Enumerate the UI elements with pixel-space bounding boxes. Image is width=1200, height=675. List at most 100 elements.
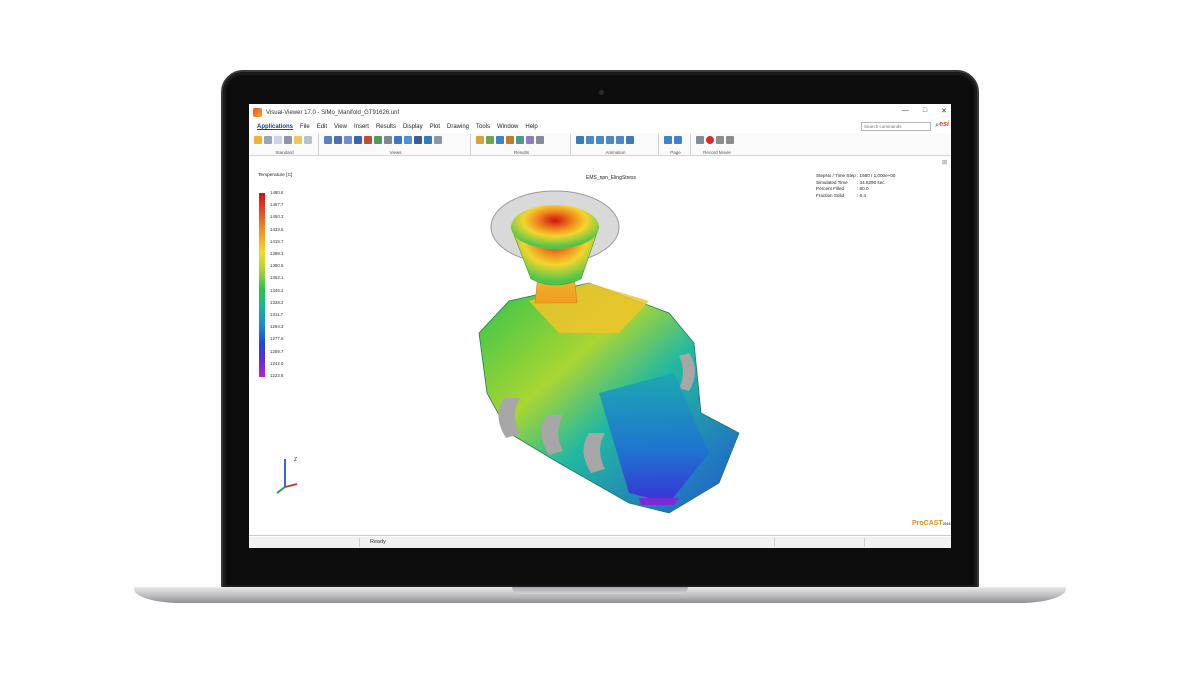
menu-drawing[interactable]: Drawing <box>447 124 469 130</box>
view-back-icon[interactable] <box>334 136 342 144</box>
paste-icon[interactable] <box>294 136 302 144</box>
simulation-info: StepNo / Time Step: 1660 / 1.000e+00 Sim… <box>816 173 895 199</box>
zoom-fit-icon[interactable] <box>404 136 412 144</box>
view-front-icon[interactable] <box>324 136 332 144</box>
open-icon[interactable] <box>254 136 262 144</box>
status-bar: Ready <box>249 537 951 548</box>
axis-triad-icon: Z <box>276 457 298 494</box>
colorbar-tick: 1380.6 <box>270 263 284 269</box>
results-more-icon[interactable] <box>536 136 544 144</box>
colorbar-tick: 1242.0 <box>270 360 284 366</box>
info-row: StepNo / Time Step: 1660 / 1.000e+00 <box>816 173 896 178</box>
more-views-icon[interactable] <box>434 136 442 144</box>
last-frame-icon[interactable] <box>626 136 634 144</box>
probe-icon[interactable] <box>506 136 514 144</box>
next-frame-icon[interactable] <box>616 136 624 144</box>
maximize-button[interactable]: □ <box>923 107 927 115</box>
legend-title: Temperature [C] <box>258 173 293 178</box>
menu-insert[interactable]: Insert <box>354 124 369 130</box>
app-icon <box>253 108 262 117</box>
toolbar-label-standard: Standard <box>275 150 294 155</box>
colorbar-tick: 1480.6 <box>270 190 284 195</box>
colorbar-tick: 1398.3 <box>270 251 284 256</box>
pause-icon[interactable] <box>716 136 724 144</box>
view-top-icon[interactable] <box>354 136 362 144</box>
colorbar-ticks: 1480.6 1467.7 1450.3 1433.6 1415.7 1398.… <box>270 190 300 378</box>
colorbar-tick: 1433.6 <box>270 226 284 232</box>
colorbar-tick: 1223.6 <box>270 373 284 378</box>
status-divider <box>359 538 360 547</box>
app-window: Visual-Viewer 17.0 - SiMo_Manifold_GT916… <box>249 104 951 548</box>
copy-icon[interactable] <box>304 136 312 144</box>
status-divider <box>864 538 865 547</box>
render-icon[interactable] <box>364 136 372 144</box>
cut-plane-icon[interactable] <box>516 136 524 144</box>
page-previous-icon[interactable] <box>664 136 672 144</box>
select-icon[interactable] <box>384 136 392 144</box>
menu-help[interactable]: Help <box>525 124 537 130</box>
pan-icon[interactable] <box>414 136 422 144</box>
toolbar-label-animation: Animation <box>605 150 626 155</box>
play-icon[interactable] <box>606 136 614 144</box>
colorbar-tick: 1363.1 <box>270 275 284 281</box>
anchor-icon[interactable] <box>424 136 432 144</box>
info-row: Simulated Time: 34.6290 sec <box>816 179 885 185</box>
status-divider <box>774 538 775 547</box>
info-row: Percent Filled: 80.0 <box>816 186 869 192</box>
refresh-icon[interactable] <box>394 136 402 144</box>
3d-viewport[interactable]: ⊠ Temperature [C] 1480.6 1467.7 1450.3 1… <box>249 157 951 536</box>
contour-icon[interactable] <box>476 136 484 144</box>
legend-icon[interactable] <box>526 136 534 144</box>
esi-logo: esi <box>939 121 949 128</box>
menu-file[interactable]: File <box>300 124 310 130</box>
title-bar: Visual-Viewer 17.0 - SiMo_Manifold_GT916… <box>249 104 951 121</box>
isosurface-icon[interactable] <box>486 136 494 144</box>
stop-icon[interactable] <box>726 136 734 144</box>
window-controls: — □ ✕ <box>902 107 947 115</box>
minimize-button[interactable]: — <box>902 107 909 115</box>
toolbar-label-page: Page <box>670 150 681 155</box>
menu-plot[interactable]: Plot <box>430 124 440 130</box>
menu-tools[interactable]: Tools <box>476 124 490 130</box>
view-iso-icon[interactable] <box>344 136 352 144</box>
toolbar: Standard Views Results Animation Page Re… <box>249 133 951 156</box>
vector-icon[interactable] <box>496 136 504 144</box>
toolbar-label-views: Views <box>389 150 402 155</box>
menu-bar: Applications File Edit View Insert Resul… <box>249 121 951 133</box>
result-name: EMS_npn_ElingStress <box>586 175 637 181</box>
menu-applications[interactable]: Applications <box>257 124 293 130</box>
preview-icon[interactable] <box>274 136 282 144</box>
record-icon[interactable] <box>706 136 714 144</box>
previous-frame-icon[interactable] <box>586 136 594 144</box>
viewport-close-icon[interactable]: ⊠ <box>942 159 947 166</box>
toolbar-group-record-movie: Record Movie <box>693 134 741 155</box>
print-icon[interactable] <box>264 136 272 144</box>
toolbar-group-results: Results <box>473 134 571 155</box>
menu-display[interactable]: Display <box>403 124 423 130</box>
first-frame-icon[interactable] <box>576 136 584 144</box>
menu-window[interactable]: Window <box>497 124 518 130</box>
page-next-icon[interactable] <box>674 136 682 144</box>
colorbar-tick: 1259.7 <box>270 348 284 354</box>
webcam <box>599 90 604 95</box>
casting-model[interactable] <box>469 183 759 523</box>
colorbar-tick: 1345.2 <box>270 287 284 293</box>
search-input[interactable]: Search commands <box>861 122 931 131</box>
play-back-icon[interactable] <box>596 136 604 144</box>
menu-edit[interactable]: Edit <box>317 124 327 130</box>
cut-icon[interactable] <box>284 136 292 144</box>
colorbar-tick: 1311.7 <box>270 312 284 317</box>
toolbar-label-results: Results <box>513 150 529 155</box>
movie-settings-icon[interactable] <box>696 136 704 144</box>
rotate-icon[interactable] <box>374 136 382 144</box>
temperature-colorbar <box>259 193 265 377</box>
menu-results[interactable]: Results <box>376 124 396 130</box>
toolbar-label-record-movie: Record Movie <box>703 150 731 155</box>
close-button[interactable]: ✕ <box>941 107 947 115</box>
colorbar-tick: 1467.7 <box>270 202 284 208</box>
info-row: Fraction Solid: 6.4 <box>816 192 866 198</box>
menu-view[interactable]: View <box>334 124 347 130</box>
laptop-notch <box>512 587 688 594</box>
colorbar-tick: 1450.3 <box>270 214 284 220</box>
colorbar-tick: 1415.7 <box>270 238 284 244</box>
